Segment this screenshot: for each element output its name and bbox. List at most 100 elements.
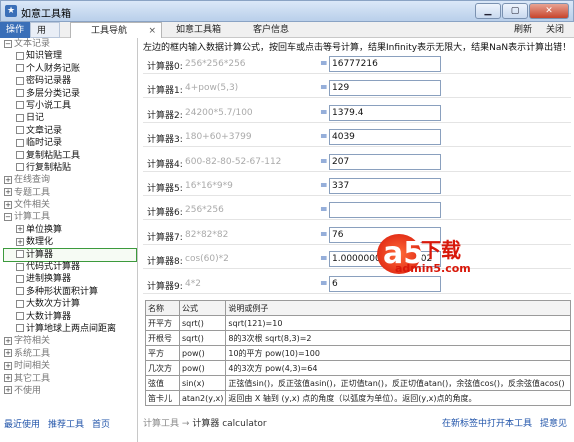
expand-toggle-icon[interactable]: + (16, 225, 24, 234)
sidebar-item[interactable]: 复制粘贴工具 (4, 150, 136, 162)
checkbox-icon[interactable] (16, 274, 24, 283)
sidebar-item[interactable]: 写小说工具 (4, 100, 136, 112)
sidebar-item[interactable]: 密码记录器 (4, 75, 136, 87)
equals-button[interactable]: = (320, 228, 328, 242)
sidebar-item[interactable]: 计算器 (3, 247, 137, 263)
equals-button[interactable]: = (320, 106, 328, 120)
sidebar-item[interactable]: + 文件相关 (4, 199, 136, 211)
equals-button[interactable]: = (320, 179, 328, 193)
equals-button[interactable]: = (320, 203, 328, 217)
checkbox-icon[interactable] (16, 113, 24, 122)
checkbox-icon[interactable] (16, 299, 24, 308)
sidebar-item[interactable]: 多层分类记录 (4, 88, 136, 100)
formula-input[interactable]: 24200*5.7/100 (185, 106, 323, 120)
sidebar-item[interactable]: + 时间相关 (4, 360, 136, 372)
expand-toggle-icon[interactable]: + (4, 336, 12, 345)
expand-toggle-icon[interactable]: + (16, 237, 24, 246)
checkbox-icon[interactable] (16, 76, 24, 85)
maximize-button[interactable]: ▢ (502, 3, 528, 19)
tab-toolbox[interactable]: 如意工具箱 (176, 22, 246, 38)
result-field[interactable]: 1379.4 (329, 104, 441, 121)
sidebar-item[interactable]: 代码式计算器 (4, 261, 136, 273)
close-window-button[interactable]: ✕ (529, 3, 569, 19)
operate-menu[interactable]: 操作 (0, 22, 30, 38)
sidebar-item[interactable]: + 系统工具 (4, 348, 136, 360)
tab-customer-info[interactable]: 客户信息 (253, 22, 313, 38)
checkbox-icon[interactable] (16, 262, 24, 271)
expand-toggle-icon[interactable]: − (4, 39, 12, 48)
result-field[interactable]: 129 (329, 80, 441, 97)
recent-link[interactable]: 最近使用 (4, 417, 40, 430)
result-field[interactable]: 16777216 (329, 56, 441, 72)
equals-button[interactable]: = (320, 130, 328, 144)
result-field[interactable]: 207 (329, 153, 441, 170)
formula-input[interactable]: 600-82-80-52-67-112 (185, 155, 323, 169)
close-tab-button[interactable]: 关闭 (546, 22, 564, 38)
result-field[interactable]: 337 (329, 178, 441, 194)
checkbox-icon[interactable] (16, 138, 24, 147)
expand-toggle-icon[interactable]: + (4, 386, 12, 395)
checkbox-icon[interactable] (16, 163, 24, 172)
minimize-button[interactable]: ▁ (475, 3, 501, 19)
expand-toggle-icon[interactable]: + (4, 188, 12, 197)
checkbox-icon[interactable] (16, 101, 24, 110)
formula-input[interactable]: 4*2 (185, 277, 323, 291)
equals-button[interactable]: = (320, 57, 328, 71)
checkbox-icon[interactable] (16, 324, 24, 333)
refresh-button[interactable]: 刷新 (514, 22, 532, 38)
expand-toggle-icon[interactable]: − (4, 212, 12, 221)
sidebar-item[interactable]: − 计算工具 (4, 211, 136, 223)
tab-tool-nav[interactable]: 工具导航 × (70, 22, 162, 38)
sidebar-item[interactable]: 大数次方计算 (4, 298, 136, 310)
sidebar-item[interactable]: + 专题工具 (4, 187, 136, 199)
expand-toggle-icon[interactable]: + (4, 374, 12, 383)
sidebar-item[interactable]: 临时记录 (4, 137, 136, 149)
expand-toggle-icon[interactable]: + (4, 349, 12, 358)
home-link[interactable]: 首页 (92, 417, 110, 430)
equals-button[interactable]: = (320, 81, 328, 95)
recommended-link[interactable]: 推荐工具 (48, 417, 84, 430)
sidebar-item[interactable]: 文章记录 (4, 125, 136, 137)
formula-input[interactable]: 256*256*256 (185, 57, 323, 71)
checkbox-icon[interactable] (16, 51, 24, 60)
expand-toggle-icon[interactable]: + (4, 361, 12, 370)
checkbox-icon[interactable] (16, 64, 24, 73)
formula-input[interactable]: 16*16*9*9 (185, 179, 323, 193)
result-field[interactable] (329, 202, 441, 219)
equals-button[interactable]: = (320, 252, 328, 266)
checkbox-icon[interactable] (16, 312, 24, 321)
expand-toggle-icon[interactable]: + (4, 200, 12, 209)
sidebar-item[interactable]: 知识管理 (4, 50, 136, 62)
checkbox-icon[interactable] (16, 151, 24, 160)
checkbox-icon[interactable] (16, 126, 24, 135)
sidebar-item[interactable]: 进制换算器 (4, 273, 136, 285)
equals-button[interactable]: = (320, 277, 328, 291)
sidebar-item[interactable]: 行复制粘贴 (4, 162, 136, 174)
formula-input[interactable]: 180+60+3799 (185, 130, 323, 144)
formula-input[interactable]: 82*82*82 (185, 228, 323, 242)
sidebar-item[interactable]: + 单位换算 (4, 224, 136, 236)
tab-close-icon[interactable]: × (148, 23, 156, 39)
sidebar-item[interactable]: 个人财务记账 (4, 63, 136, 75)
sidebar-item[interactable]: − 文本记录 (4, 38, 136, 50)
feedback-link[interactable]: 提意见 (540, 416, 567, 429)
sidebar-item[interactable]: 多种形状面积计算 (4, 286, 136, 298)
checkbox-icon[interactable] (16, 250, 24, 259)
sidebar-item[interactable]: + 在线查询 (4, 174, 136, 186)
checkbox-icon[interactable] (16, 287, 24, 296)
sidebar-item[interactable]: + 不使用 (4, 385, 136, 397)
equals-button[interactable]: = (320, 155, 328, 169)
open-new-tab-link[interactable]: 在新标签中打开本工具 (442, 416, 532, 429)
breadcrumb-root[interactable]: 计算工具 (143, 419, 179, 429)
formula-input[interactable]: cos(60)*2 (185, 252, 323, 266)
sidebar-item[interactable]: 计算地球上两点间距离 (4, 323, 136, 335)
sidebar-item[interactable]: + 字符相关 (4, 335, 136, 347)
sidebar-item[interactable]: 大数计算器 (4, 311, 136, 323)
sidebar-item[interactable]: + 其它工具 (4, 373, 136, 385)
user-menu[interactable]: 用户 (30, 22, 60, 52)
sidebar-item[interactable]: + 数理化 (4, 236, 136, 248)
sidebar-item[interactable]: 日记 (4, 112, 136, 124)
result-field[interactable]: 4039 (329, 129, 441, 146)
checkbox-icon[interactable] (16, 89, 24, 98)
formula-input[interactable]: 4+pow(5,3) (185, 81, 323, 95)
